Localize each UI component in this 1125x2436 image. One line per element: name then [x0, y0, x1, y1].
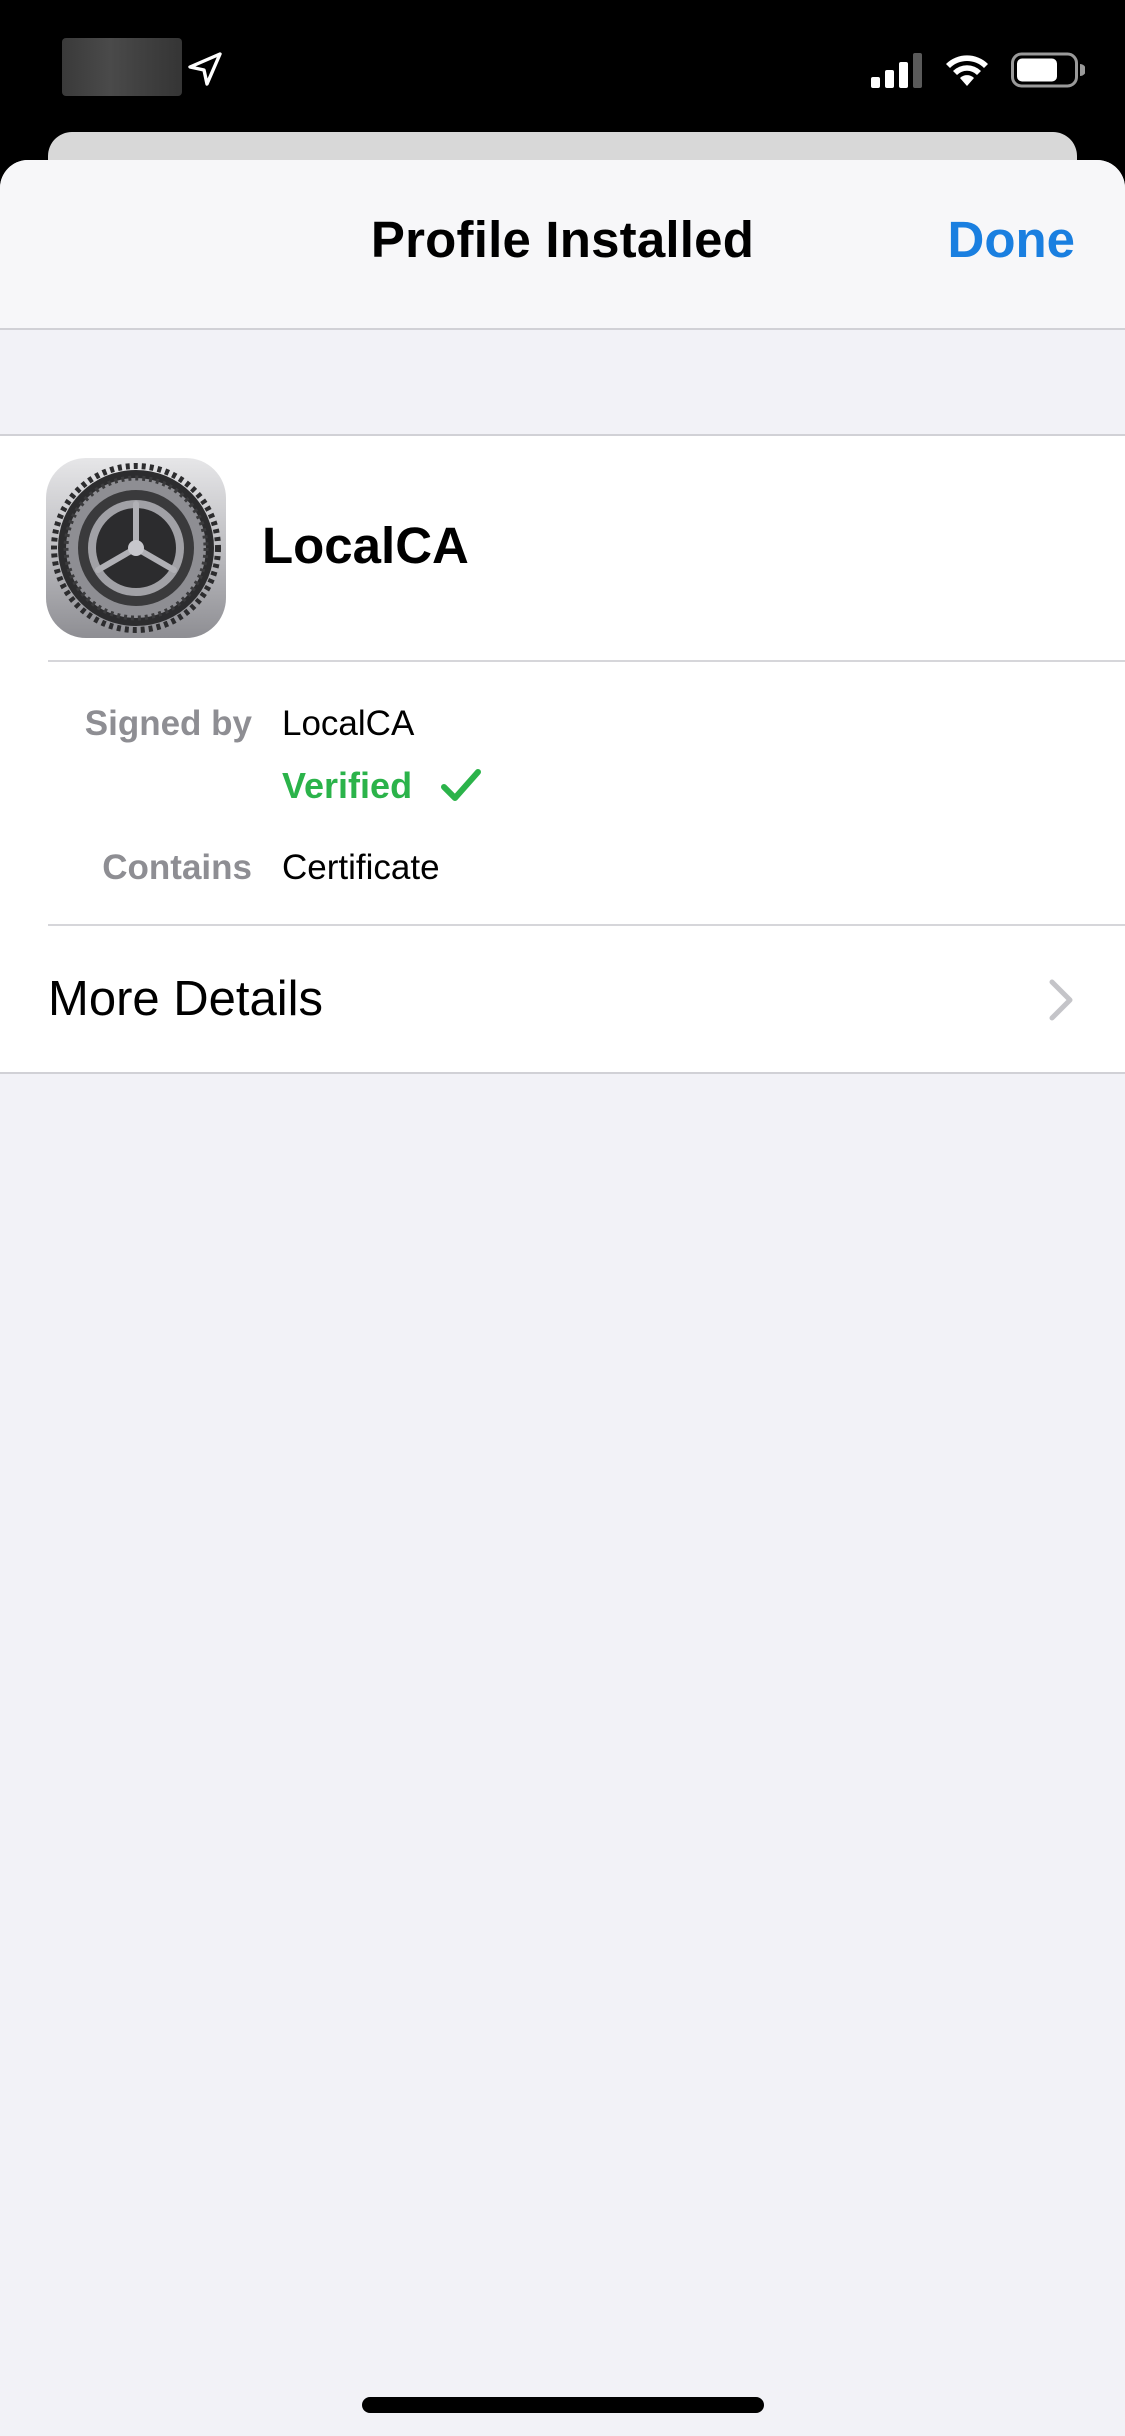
contains-label: Contains [102, 848, 252, 887]
profile-header: LocalCA [46, 436, 1125, 662]
wifi-icon [946, 55, 988, 86]
more-details-label: More Details [48, 972, 324, 1026]
checkmark-icon [441, 769, 482, 801]
chevron-right-icon [1049, 979, 1073, 1021]
settings-gear-icon [46, 458, 226, 638]
status-time-redacted [62, 38, 182, 96]
profile-details: Signed by LocalCA Verified Contains Cert… [48, 662, 1125, 926]
contains-value: Certificate [282, 848, 440, 887]
verified-status: Verified [282, 765, 482, 807]
profile-name: LocalCA [262, 517, 469, 574]
battery-icon [1011, 52, 1085, 88]
status-indicators [871, 50, 1085, 90]
profile-installed-sheet: Profile Installed Done LocalCA Signed by… [0, 160, 1125, 2436]
cellular-signal-icon [871, 53, 922, 88]
navigation-bar: Profile Installed Done [0, 160, 1125, 330]
more-details-row[interactable]: More Details [0, 926, 1125, 1072]
signed-by-label: Signed by [84, 704, 252, 743]
profile-card: LocalCA Signed by LocalCA Verified Conta… [0, 434, 1125, 1074]
done-button[interactable]: Done [948, 210, 1076, 269]
location-arrow-icon [188, 52, 222, 86]
home-indicator[interactable] [362, 2397, 764, 2413]
status-bar [0, 0, 1125, 135]
signed-by-value: LocalCA [282, 704, 415, 743]
verified-label: Verified [282, 765, 413, 806]
